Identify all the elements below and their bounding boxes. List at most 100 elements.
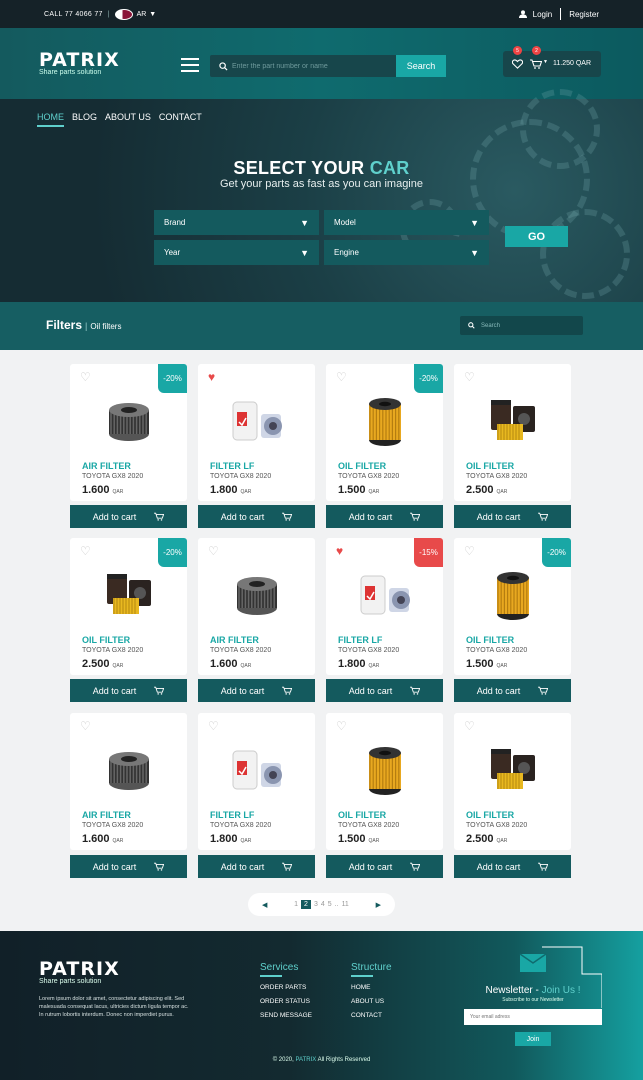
add-to-cart-button[interactable]: Add to cart: [70, 855, 187, 878]
cart-icon[interactable]: [530, 59, 542, 69]
page-number[interactable]: ..: [335, 901, 339, 908]
nav-blog[interactable]: BLOG: [72, 112, 97, 127]
page-number[interactable]: 2: [301, 900, 311, 909]
product-name[interactable]: AIR FILTER: [82, 461, 131, 471]
product-card[interactable]: ♥ FILTER LF TOYOTA GX8 2020 1.800 QAR: [198, 364, 315, 501]
heart-icon[interactable]: [512, 59, 523, 69]
language-selector[interactable]: AR: [137, 11, 147, 18]
newsletter-email-input[interactable]: [464, 1009, 602, 1025]
product-name[interactable]: OIL FILTER: [338, 810, 386, 820]
product-name[interactable]: AIR FILTER: [210, 635, 259, 645]
product-name[interactable]: FILTER LF: [338, 635, 382, 645]
search-button[interactable]: Search: [396, 55, 446, 77]
add-to-cart-button[interactable]: Add to cart: [326, 505, 443, 528]
product-card[interactable]: ♡ -20% OIL FILTER TOYOTA GX8 2020 2.500 QAR: [70, 538, 187, 675]
add-to-cart-button[interactable]: Add to cart: [326, 855, 443, 878]
page-number[interactable]: 3: [314, 901, 318, 908]
product-card[interactable]: ♡ OIL FILTER TOYOTA GX8 2020 1.500 QAR: [326, 713, 443, 850]
product-name[interactable]: OIL FILTER: [466, 635, 514, 645]
page-number[interactable]: 11: [342, 901, 349, 908]
product-image[interactable]: [99, 741, 159, 801]
register-link[interactable]: Register: [569, 10, 599, 19]
header-logo[interactable]: PATRIX Share parts solution: [39, 49, 120, 76]
footer-link-send-message[interactable]: SEND MESSAGE: [260, 1012, 312, 1019]
footer-link-about-us[interactable]: ABOUT US: [351, 998, 392, 1005]
product-image[interactable]: [355, 566, 415, 626]
product-card[interactable]: ♡ -20% OIL FILTER TOYOTA GX8 2020 1.500 QAR: [454, 538, 571, 675]
year-select[interactable]: Year ▼: [154, 240, 319, 265]
product-card[interactable]: ♡ AIR FILTER TOYOTA GX8 2020 1.600 QAR: [70, 713, 187, 850]
add-to-cart-button[interactable]: Add to cart: [454, 679, 571, 702]
product-name[interactable]: OIL FILTER: [466, 810, 514, 820]
brand-select[interactable]: Brand ▼: [154, 210, 319, 235]
wishlist-heart-icon[interactable]: ♡: [336, 720, 347, 732]
product-card[interactable]: ♡ OIL FILTER TOYOTA GX8 2020 2.500 QAR: [454, 713, 571, 850]
product-name[interactable]: OIL FILTER: [338, 461, 386, 471]
product-image[interactable]: [355, 392, 415, 452]
wishlist-heart-icon[interactable]: ♡: [336, 371, 347, 383]
add-to-cart-button[interactable]: Add to cart: [326, 679, 443, 702]
model-select[interactable]: Model ▼: [324, 210, 489, 235]
product-image[interactable]: [483, 741, 543, 801]
wishlist-heart-icon[interactable]: ♡: [464, 371, 475, 383]
product-image[interactable]: [483, 392, 543, 452]
nav-contact[interactable]: CONTACT: [159, 112, 202, 127]
wishlist-heart-icon[interactable]: ♥: [336, 545, 343, 557]
wishlist-heart-icon[interactable]: ♡: [80, 371, 91, 383]
wishlist-heart-icon[interactable]: ♡: [80, 720, 91, 732]
wishlist-heart-icon[interactable]: ♡: [208, 545, 219, 557]
wishlist-heart-icon[interactable]: ♡: [464, 545, 475, 557]
join-button[interactable]: Join: [515, 1032, 551, 1046]
next-page-icon[interactable]: ▶: [376, 901, 381, 909]
add-to-cart-button[interactable]: Add to cart: [198, 505, 315, 528]
wishlist-heart-icon[interactable]: ♡: [464, 720, 475, 732]
product-image[interactable]: [99, 392, 159, 452]
cart-box[interactable]: 5 2 ▼ 11.250 QAR: [503, 46, 601, 77]
add-to-cart-button[interactable]: Add to cart: [454, 505, 571, 528]
footer-link-order-parts[interactable]: ORDER PARTS: [260, 984, 312, 991]
product-image[interactable]: [227, 566, 287, 626]
product-card[interactable]: ♡ FILTER LF TOYOTA GX8 2020 1.800 QAR: [198, 713, 315, 850]
add-to-cart-button[interactable]: Add to cart: [198, 855, 315, 878]
wishlist-heart-icon[interactable]: ♡: [80, 545, 91, 557]
go-button[interactable]: GO: [505, 226, 568, 247]
product-name[interactable]: OIL FILTER: [466, 461, 514, 471]
page-number[interactable]: 5: [328, 901, 332, 908]
add-to-cart-button[interactable]: Add to cart: [70, 505, 187, 528]
product-card[interactable]: ♡ -20% OIL FILTER TOYOTA GX8 2020 1.500 QAR: [326, 364, 443, 501]
flag-icon[interactable]: [114, 8, 133, 20]
product-image[interactable]: [355, 741, 415, 801]
product-name[interactable]: AIR FILTER: [82, 810, 131, 820]
nav-home[interactable]: HOME: [37, 112, 64, 127]
add-to-cart-button[interactable]: Add to cart: [198, 679, 315, 702]
product-card[interactable]: ♡ -20% AIR FILTER TOYOTA GX8 2020 1.600 QAR: [70, 364, 187, 501]
product-image[interactable]: [99, 566, 159, 626]
product-name[interactable]: FILTER LF: [210, 461, 254, 471]
menu-icon[interactable]: [181, 54, 199, 76]
engine-select[interactable]: Engine ▼: [324, 240, 489, 265]
filter-search[interactable]: Search: [460, 316, 583, 335]
footer-link-contact[interactable]: CONTACT: [351, 1012, 392, 1019]
wishlist-heart-icon[interactable]: ♥: [208, 371, 215, 383]
nav-about-us[interactable]: ABOUT US: [105, 112, 151, 127]
product-name[interactable]: FILTER LF: [210, 810, 254, 820]
product-image[interactable]: [227, 392, 287, 452]
search-input[interactable]: [232, 55, 392, 77]
login-link[interactable]: Login: [533, 10, 553, 19]
product-card[interactable]: ♡ AIR FILTER TOYOTA GX8 2020 1.600 QAR: [198, 538, 315, 675]
add-to-cart-button[interactable]: Add to cart: [454, 855, 571, 878]
product-card[interactable]: ♡ OIL FILTER TOYOTA GX8 2020 2.500 QAR: [454, 364, 571, 501]
product-image[interactable]: [483, 566, 543, 626]
prev-page-icon[interactable]: ◀: [262, 901, 267, 909]
chevron-down-icon[interactable]: ▼: [543, 59, 548, 65]
wishlist-heart-icon[interactable]: ♡: [208, 720, 219, 732]
page-number[interactable]: 4: [321, 901, 325, 908]
chevron-down-icon[interactable]: ▼: [149, 11, 156, 18]
product-card[interactable]: ♥ -15% FILTER LF TOYOTA GX8 2020 1.800 QAR: [326, 538, 443, 675]
add-to-cart-button[interactable]: Add to cart: [70, 679, 187, 702]
footer-link-home[interactable]: HOME: [351, 984, 392, 991]
page-number[interactable]: 1: [294, 901, 298, 908]
product-image[interactable]: [227, 741, 287, 801]
footer-link-order-status[interactable]: ORDER STATUS: [260, 998, 312, 1005]
product-name[interactable]: OIL FILTER: [82, 635, 130, 645]
